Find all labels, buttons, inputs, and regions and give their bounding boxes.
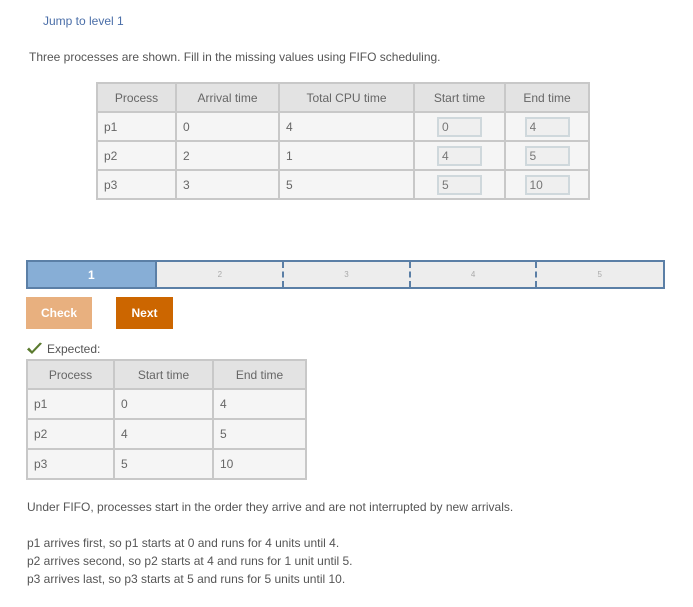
feedback-expected: Expected: [26, 342, 100, 356]
process-cell: p2 [96, 140, 177, 171]
start-time-cell: 0 [113, 388, 214, 420]
cpu-time-cell: 4 [278, 111, 415, 142]
table-row: p2 2 1 [96, 140, 590, 171]
column-header-end-time: End time [504, 82, 590, 113]
explanation-line: p3 arrives last, so p3 starts at 5 and r… [27, 572, 346, 586]
checkmark-icon [27, 342, 42, 354]
start-time-cell [413, 169, 506, 200]
column-header-end-time: End time [212, 359, 307, 390]
end-time-cell [504, 111, 590, 142]
table-header-row: Process Arrival time Total CPU time Star… [96, 82, 590, 113]
level-segment-5[interactable]: 5 [536, 262, 663, 287]
end-time-cell: 10 [212, 448, 307, 480]
table-row: p1 0 4 [96, 111, 590, 142]
start-time-input-p3[interactable] [437, 174, 482, 195]
column-header-arrival-time: Arrival time [175, 82, 280, 113]
process-cell: p2 [26, 418, 115, 450]
problem-table: Process Arrival time Total CPU time Star… [96, 82, 590, 200]
end-time-cell: 5 [212, 418, 307, 450]
column-header-process: Process [96, 82, 177, 113]
table-header-row: Process Start time End time [26, 359, 307, 390]
table-row: p1 0 4 [26, 388, 307, 420]
table-row: p3 3 5 [96, 169, 590, 200]
start-time-cell: 4 [113, 418, 214, 450]
expected-label: Expected: [47, 342, 101, 356]
column-header-process: Process [26, 359, 115, 390]
column-header-total-cpu-time: Total CPU time [278, 82, 415, 113]
column-header-start-time: Start time [113, 359, 214, 390]
explanation-intro: Under FIFO, processes start in the order… [27, 500, 514, 514]
process-cell: p3 [96, 169, 177, 200]
level-segment-2[interactable]: 2 [157, 262, 284, 287]
end-time-input-p2[interactable] [524, 145, 570, 166]
instructions-text: Three processes are shown. Fill in the m… [29, 50, 441, 64]
start-time-cell [413, 111, 506, 142]
end-time-input-p3[interactable] [524, 174, 570, 195]
explanation-line: p2 arrives second, so p2 starts at 4 and… [27, 554, 353, 568]
check-button[interactable]: Check [26, 297, 92, 329]
explanation: Under FIFO, processes start in the order… [27, 498, 513, 588]
start-time-cell: 5 [113, 448, 214, 480]
expected-table: Process Start time End time p1 0 4 p2 4 … [26, 359, 307, 480]
cpu-time-cell: 5 [278, 169, 415, 200]
arrival-cell: 0 [175, 111, 280, 142]
end-time-input-p1[interactable] [524, 116, 570, 137]
level-progress-bar: 1 2 3 4 5 [26, 260, 665, 289]
explanation-line: p1 arrives first, so p1 starts at 0 and … [27, 536, 340, 550]
start-time-input-p1[interactable] [437, 116, 482, 137]
column-header-start-time: Start time [413, 82, 506, 113]
cpu-time-cell: 1 [278, 140, 415, 171]
level-segment-3[interactable]: 3 [283, 262, 411, 287]
start-time-input-p2[interactable] [437, 145, 482, 166]
start-time-cell [413, 140, 506, 171]
end-time-cell [504, 169, 590, 200]
level-segment-1[interactable]: 1 [28, 262, 157, 287]
process-cell: p1 [26, 388, 115, 420]
end-time-cell: 4 [212, 388, 307, 420]
process-cell: p3 [26, 448, 115, 480]
arrival-cell: 3 [175, 169, 280, 200]
next-button[interactable]: Next [116, 297, 173, 329]
arrival-cell: 2 [175, 140, 280, 171]
table-row: p2 4 5 [26, 418, 307, 450]
jump-to-level-link[interactable]: Jump to level 1 [43, 14, 124, 28]
table-row: p3 5 10 [26, 448, 307, 480]
process-cell: p1 [96, 111, 177, 142]
end-time-cell [504, 140, 590, 171]
level-segment-4[interactable]: 4 [410, 262, 537, 287]
